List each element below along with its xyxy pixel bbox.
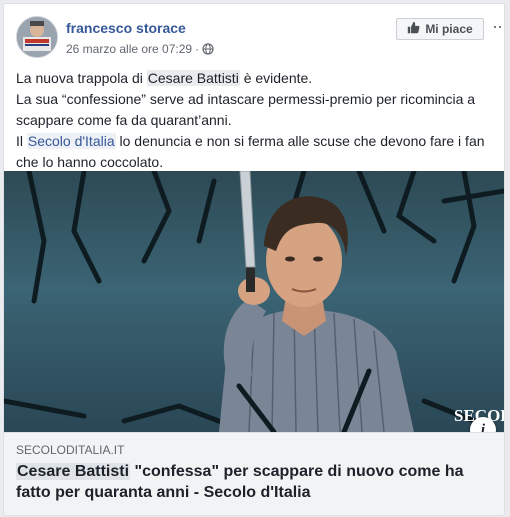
meta-separator: ·	[195, 42, 200, 56]
avatar[interactable]	[16, 16, 58, 58]
link-preview-image[interactable]: SECOL	[4, 171, 504, 432]
thumbs-up-icon	[407, 21, 420, 37]
link-preview[interactable]: SECOLODITALIA.IT Cesare Battisti "confes…	[4, 432, 504, 515]
globe-icon[interactable]	[202, 43, 214, 58]
more-icon[interactable]: ···	[492, 17, 504, 36]
post-text: La nuova trappola di Cesare Battisti è e…	[16, 68, 494, 173]
mention-secolo-ditalia[interactable]: Secolo d'Italia	[26, 133, 116, 149]
facebook-post: francesco storace 26 marzo alle ore 07:2…	[3, 3, 505, 516]
like-page-button[interactable]: Mi piace	[396, 18, 484, 40]
author-name[interactable]: francesco storace	[66, 20, 186, 36]
link-title[interactable]: Cesare Battisti "confessa" per scappare …	[16, 461, 486, 503]
post-text-line-2: La sua “confessione” serve ad intascare …	[16, 91, 476, 128]
like-button-label: Mi piace	[425, 22, 473, 36]
mention-cesare-battisti[interactable]: Cesare Battisti	[146, 70, 240, 86]
post-text-line-3: Il Secolo d'Italia lo denuncia e non si …	[16, 133, 485, 170]
post-header: francesco storace 26 marzo alle ore 07:2…	[16, 16, 504, 60]
post-meta: 26 marzo alle ore 07:29 ·	[66, 42, 214, 58]
post-timestamp[interactable]: 26 marzo alle ore 07:29	[66, 42, 192, 56]
post-text-line-1: La nuova trappola di Cesare Battisti è e…	[16, 70, 313, 86]
link-title-mention[interactable]: Cesare Battisti	[16, 463, 131, 480]
link-domain: SECOLODITALIA.IT	[16, 443, 125, 457]
